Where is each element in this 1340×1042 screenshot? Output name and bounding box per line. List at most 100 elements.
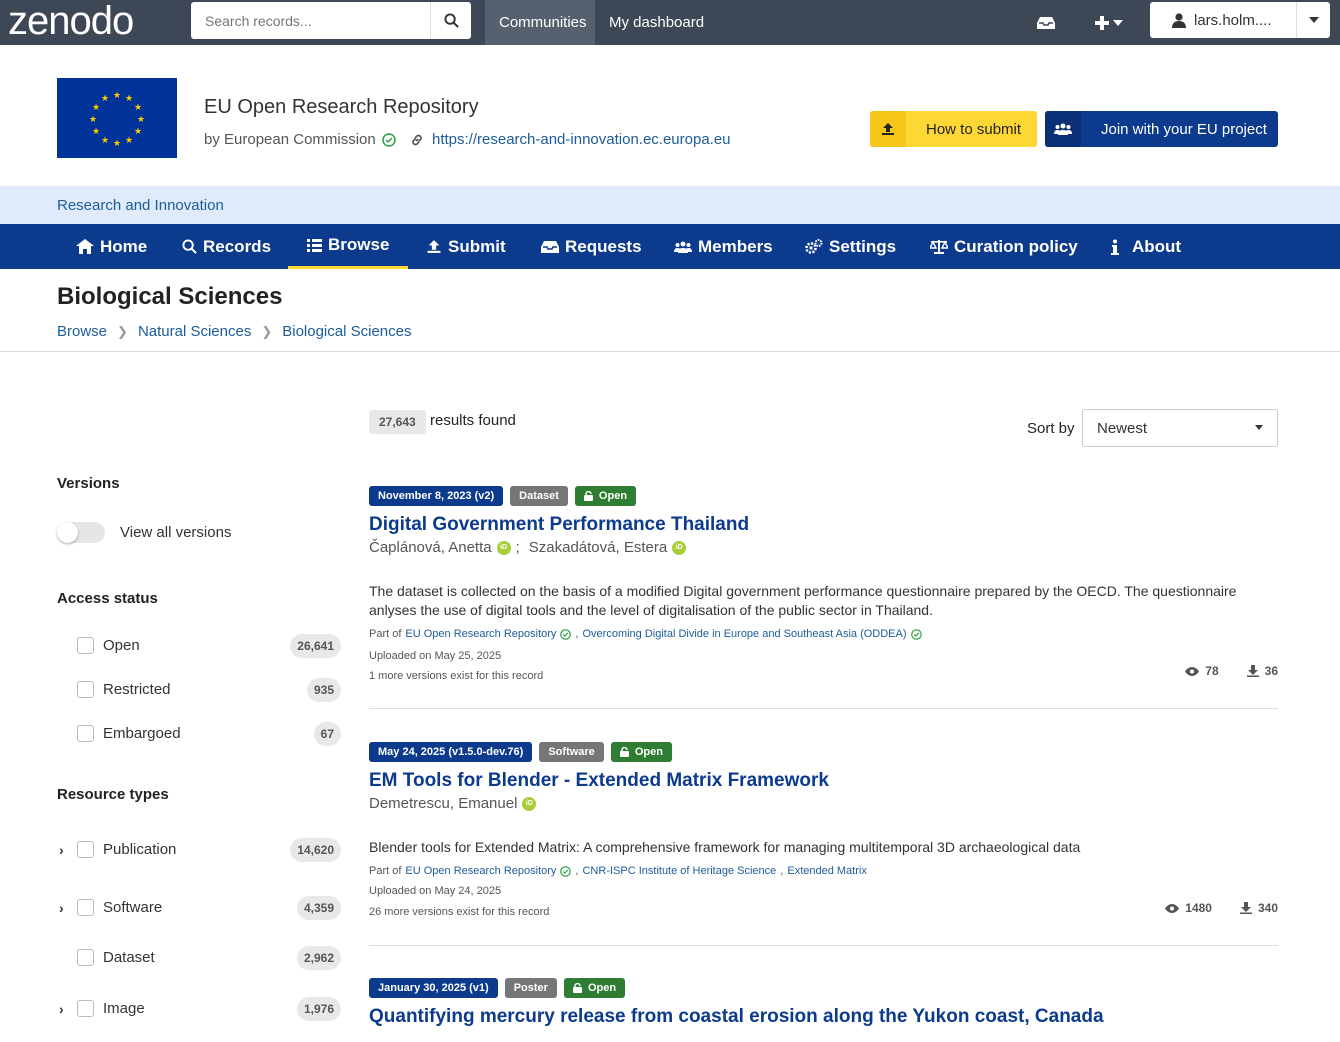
chevron-right-icon[interactable]: › [59,1001,64,1017]
community-separator: , [575,628,579,640]
checkbox[interactable] [77,681,94,698]
create-menu-button[interactable] [1095,0,1123,45]
zenodo-logo[interactable]: zenodo [8,1,134,41]
tab-about[interactable]: About [1110,224,1181,269]
top-bar: zenodo Communities My dashboard lars.hol… [0,0,1340,45]
record-communities: Part of EU Open Research Repository , CN… [369,865,867,877]
community-owner: by European Commission [204,131,396,148]
tab-home[interactable]: Home [76,224,147,269]
record-item: November 8, 2023 (v2) Dataset Open Digit… [369,486,1278,686]
breadcrumb-natural-sciences[interactable]: Natural Sciences [138,323,251,340]
list-icon [307,238,322,252]
orcid-icon[interactable]: iD [522,796,537,811]
filter-access-restricted: Restricted 935 [57,678,341,702]
orcid-icon[interactable]: iD [672,540,687,555]
record-date-label: November 8, 2023 (v2) [369,486,504,506]
filter-label: Embargoed [103,725,181,742]
record-access-label: Open [563,978,626,998]
author-link[interactable]: Szakadátová, Estera [529,539,667,556]
svg-text:★: ★ [137,115,145,125]
search-button[interactable] [431,2,471,39]
inbox-icon [1037,16,1055,29]
filter-access-embargoed: Embargoed 67 [57,722,341,746]
checkbox[interactable] [77,1000,94,1017]
breadcrumb-biological-sciences[interactable]: Biological Sciences [282,323,411,340]
svg-text:★: ★ [113,91,121,101]
tab-browse-label: Browse [328,235,390,254]
filter-type-dataset: Dataset 2,962 [57,946,341,970]
checkbox[interactable] [77,841,94,858]
inbox-icon [541,240,559,253]
record-title-link[interactable]: EM Tools for Blender - Extended Matrix F… [369,770,829,792]
record-access-label: Open [610,742,672,762]
record-type-label: Software [539,742,604,762]
chevron-right-icon[interactable]: › [59,842,64,858]
search-box [191,2,471,39]
breadcrumb-browse[interactable]: Browse [57,323,107,340]
eu-stars-icon: ★ ★★ ★★★ ★★★ ★★★ [89,91,145,149]
record-stats: 1480 340 [1165,901,1278,915]
record-title-link[interactable]: Quantifying mercury release from coastal… [369,1006,1104,1028]
orcid-icon[interactable]: iD [496,540,511,555]
record-labels: January 30, 2025 (v1) Poster Open [369,978,1278,998]
sort-dropdown[interactable]: Newest [1082,409,1278,447]
tab-records[interactable]: Records [182,224,271,269]
tab-settings[interactable]: Settings [805,224,896,269]
community-website-link[interactable]: https://research-and-innovation.ec.europ… [410,131,731,148]
filter-count: 2,962 [296,946,341,970]
record-labels: May 24, 2025 (v1.5.0-dev.76) Software Op… [369,742,1278,762]
users-icon [1045,111,1081,147]
nav-communities[interactable]: Communities [485,0,595,45]
svg-text:★: ★ [101,136,109,146]
record-title-link[interactable]: Digital Government Performance Thailand [369,514,749,536]
community-link[interactable]: EU Open Research Repository [405,628,556,640]
record-versions-note: 1 more versions exist for this record [369,670,544,682]
search-icon [182,239,197,254]
how-to-submit-button[interactable]: How to submit [870,111,1037,147]
checkbox[interactable] [77,899,94,916]
inbox-button[interactable] [1037,0,1055,45]
downloads-count: 340 [1257,901,1278,915]
author-link[interactable]: Čaplánová, Anetta [369,539,492,556]
tab-requests-label: Requests [565,236,642,256]
filter-label: Publication [103,841,177,858]
tab-submit[interactable]: Submit [426,224,506,269]
author-link[interactable]: Demetrescu, Emanuel [369,795,517,812]
downloads-count: 36 [1264,664,1278,678]
filter-count: 1,976 [296,997,341,1021]
user-menu[interactable]: lars.holm.... [1150,2,1330,38]
record-access-label: Open [574,486,637,506]
filter-label: Image [103,1000,145,1017]
search-input[interactable] [191,2,431,39]
community-link[interactable]: EU Open Research Repository [405,865,556,877]
community-link[interactable]: CNR-ISPC Institute of Heritage Science [582,865,776,877]
community-link[interactable]: Overcoming Digital Divide in Europe and … [582,628,906,640]
community-owner-text: by European Commission [204,131,376,148]
results-count-text: results found [430,412,516,429]
user-menu-caret[interactable] [1296,2,1330,38]
checkbox[interactable] [77,637,94,654]
community-link[interactable]: Extended Matrix [787,865,866,877]
nav-my-dashboard[interactable]: My dashboard [595,0,718,45]
filter-count: 935 [306,678,341,702]
chevron-right-icon[interactable]: › [59,900,64,916]
filter-label: Open [103,637,140,654]
subheader-link[interactable]: Research and Innovation [57,197,224,214]
tab-members-label: Members [698,236,773,256]
upload-icon [870,111,906,147]
sort-by-label: Sort by [1027,420,1075,437]
join-eu-project-button[interactable]: Join with your EU project [1045,111,1278,147]
eye-icon [1185,666,1200,676]
checkbox[interactable] [77,725,94,742]
tab-browse[interactable]: Browse [288,224,409,269]
tab-members[interactable]: Members [674,224,773,269]
tab-requests[interactable]: Requests [541,224,642,269]
svg-text:★: ★ [92,103,100,113]
record-labels: November 8, 2023 (v2) Dataset Open [369,486,1278,506]
checkbox[interactable] [77,949,94,966]
tab-curation-policy[interactable]: Curation policy [930,224,1078,269]
tab-home-label: Home [100,236,148,256]
page-title: Biological Sciences [57,283,283,310]
filter-type-image: › Image 1,976 [57,997,341,1021]
view-all-versions-toggle[interactable] [57,522,105,543]
